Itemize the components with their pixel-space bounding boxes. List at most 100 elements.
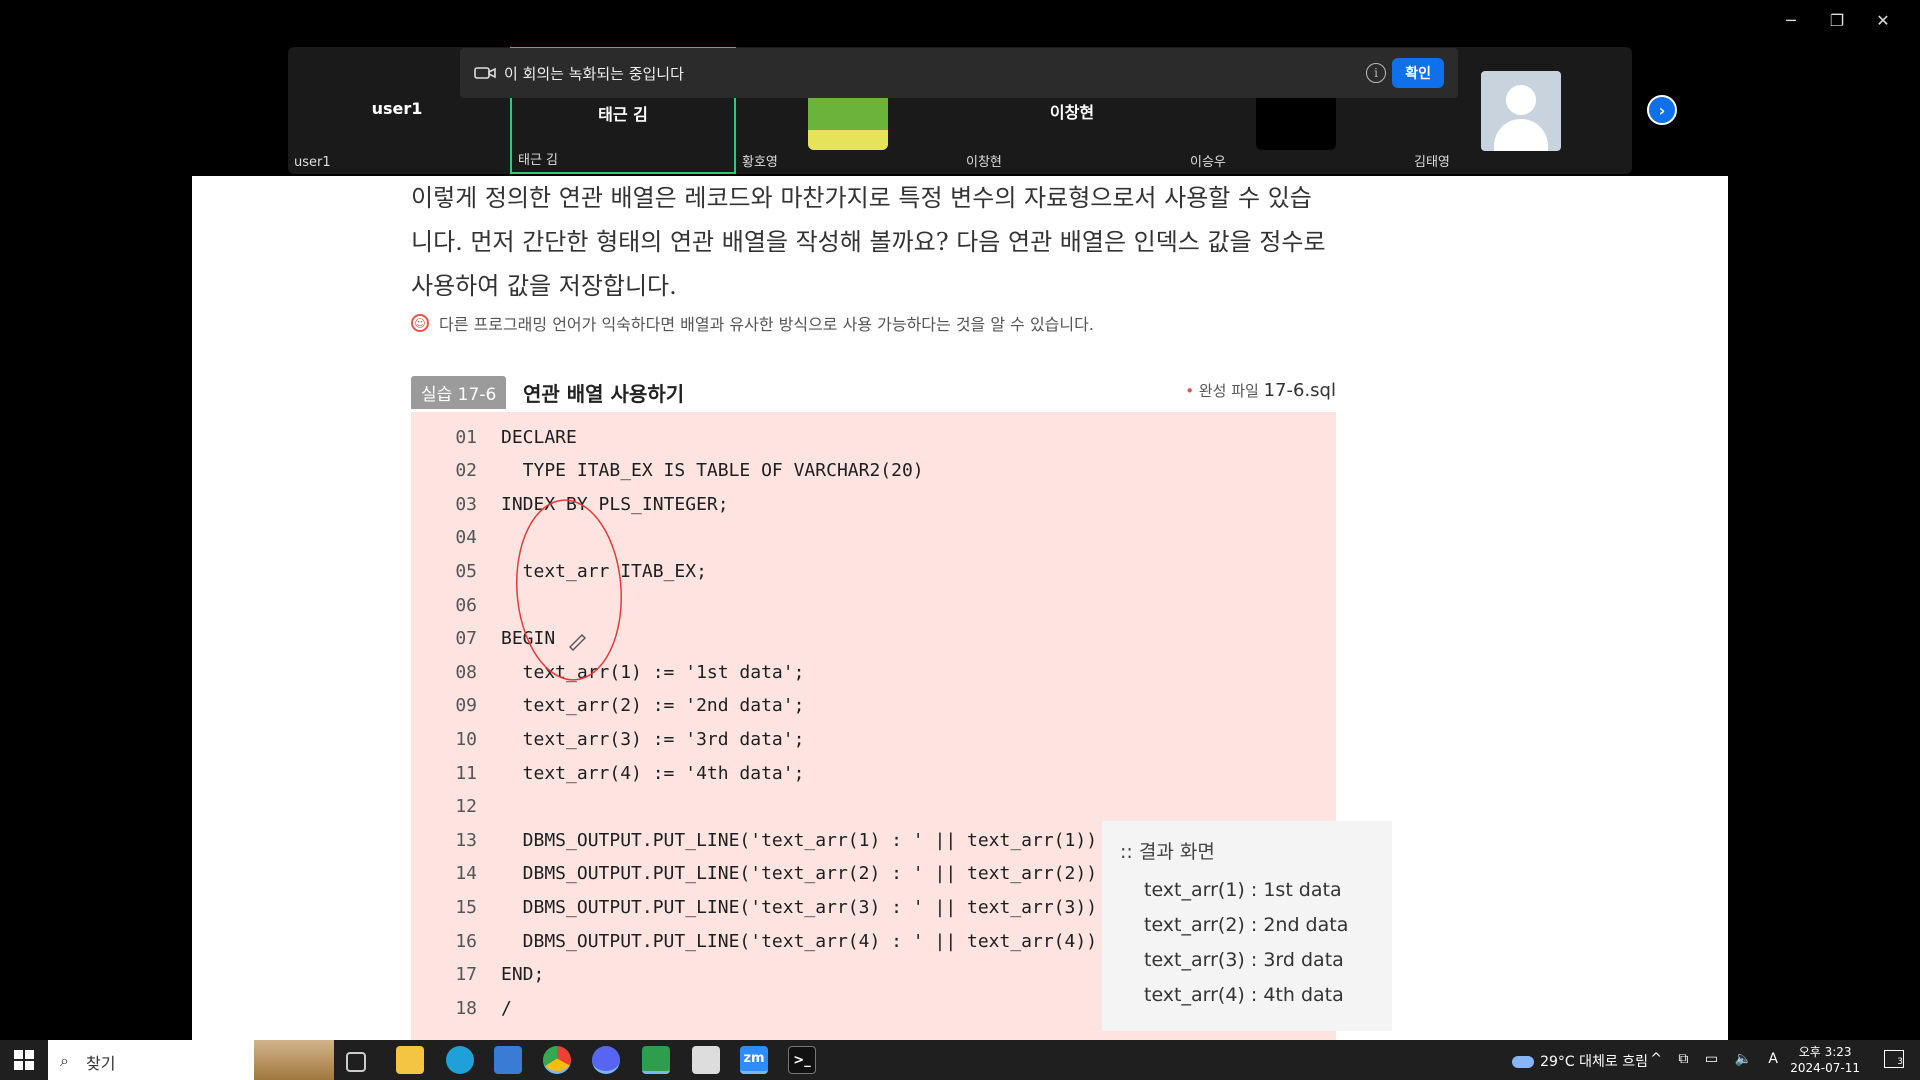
code-line: 07 BEGIN	[411, 622, 555, 656]
code-line: 08 text_arr(1) := '1st data';	[411, 655, 804, 689]
participant-label: 태근 김	[518, 153, 559, 168]
line-number: 03	[455, 493, 477, 515]
line-number: 01	[455, 426, 477, 448]
code-text: text_arr ITAB_EX;	[501, 560, 707, 582]
code-line: 18 /	[411, 991, 512, 1025]
paragraph-line: 사용하여 값을 저장합니다.	[411, 272, 677, 300]
clock-date: 2024-07-11	[1790, 1061, 1860, 1075]
taskbar-search[interactable]: ⌕ 찾기	[48, 1040, 334, 1080]
notepad-icon[interactable]	[692, 1046, 720, 1074]
tip-note: ☺ 다른 프로그래밍 언어가 익숙하다면 배열과 유사한 방식으로 사용 가능하…	[411, 311, 1094, 335]
file-name: 17-6.sql	[1263, 380, 1336, 401]
line-number: 07	[455, 628, 477, 650]
code-text: DECLARE	[501, 426, 577, 448]
discord-icon[interactable]	[592, 1046, 620, 1074]
code-text: END;	[501, 964, 545, 986]
code-line: 16 DBMS_OUTPUT.PUT_LINE('text_arr(4) : '…	[411, 924, 1108, 958]
code-line: 06	[411, 588, 501, 622]
weather-widget[interactable]: 29°C 대체로 흐림	[1512, 1051, 1648, 1071]
code-text: DBMS_OUTPUT.PUT_LINE('text_arr(2) : ' ||…	[501, 863, 1108, 885]
close-button[interactable]: ✕	[1860, 6, 1906, 34]
edge-icon[interactable]	[446, 1046, 474, 1074]
code-text: /	[501, 997, 512, 1019]
video-camera-icon	[474, 67, 496, 79]
participant-label: 이창현	[966, 155, 1002, 170]
code-line: 09 text_arr(2) := '2nd data';	[411, 689, 804, 723]
confirm-button[interactable]: 확인	[1392, 58, 1444, 88]
exercise-header: 실습 17-6 연관 배열 사용하기 • 완성 파일 17-6.sql	[411, 376, 1336, 409]
code-text: INDEX BY PLS_INTEGER;	[501, 493, 729, 515]
line-number: 16	[455, 930, 477, 952]
window-controls: ─ ❐ ✕	[1768, 6, 1906, 34]
line-number: 10	[455, 728, 477, 750]
participant-label: 황호영	[742, 155, 778, 170]
code-line: 10 text_arr(3) := '3rd data';	[411, 722, 804, 756]
clock[interactable]: 오후 3:23 2024-07-11	[1790, 1044, 1860, 1076]
shared-screen-page: 이렇게 정의한 연관 배열은 레코드와 마찬가지로 특정 변수의 자료형으로서 …	[192, 176, 1728, 1040]
recording-banner: 이 회의는 녹화되는 중입니다 i 확인	[460, 48, 1458, 98]
line-number: 12	[455, 796, 477, 818]
line-number: 04	[455, 527, 477, 549]
result-title: :: 결과 화면	[1120, 841, 1215, 863]
terminal-icon[interactable]: >_	[788, 1046, 816, 1074]
code-text: text_arr(3) := '3rd data';	[501, 728, 805, 750]
participant-name: 이창현	[1049, 103, 1095, 122]
code-line: 11 text_arr(4) := '4th data';	[411, 756, 804, 790]
line-number: 17	[455, 964, 477, 986]
avatar	[1481, 71, 1561, 151]
exercise-file: • 완성 파일 17-6.sql	[1185, 380, 1336, 401]
search-input[interactable]: 찾기	[86, 1050, 115, 1074]
recording-text: 이 회의는 녹화되는 중입니다	[504, 64, 684, 83]
tray-icons[interactable]: ^ ⧉ ▭ 🔈 A	[1650, 1051, 1784, 1067]
result-line: text_arr(3) : 3rd data	[1144, 949, 1344, 971]
store-icon[interactable]	[494, 1046, 522, 1074]
code-text: DBMS_OUTPUT.PUT_LINE('text_arr(1) : ' ||…	[501, 829, 1108, 851]
code-line: 14 DBMS_OUTPUT.PUT_LINE('text_arr(2) : '…	[411, 857, 1108, 891]
restore-button[interactable]: ❐	[1814, 6, 1860, 34]
code-text: DBMS_OUTPUT.PUT_LINE('text_arr(3) : ' ||…	[501, 896, 1108, 918]
participant-label: 김태영	[1414, 155, 1450, 170]
code-text: text_arr(2) := '2nd data';	[501, 695, 805, 717]
line-number: 15	[455, 896, 477, 918]
exercise-title: 연관 배열 사용하기	[523, 382, 685, 406]
file-label: 완성 파일	[1198, 382, 1259, 400]
code-line: 17 END;	[411, 958, 544, 992]
code-text: text_arr(1) := '1st data';	[501, 661, 805, 683]
code-text: DBMS_OUTPUT.PUT_LINE('text_arr(4) : ' ||…	[501, 930, 1108, 952]
clock-time: 오후 3:23	[1798, 1045, 1852, 1059]
media-app-icon[interactable]	[642, 1046, 670, 1074]
participant-label: user1	[294, 155, 331, 170]
tip-icon: ☺	[411, 314, 429, 332]
info-icon[interactable]: i	[1366, 63, 1386, 83]
windows-start-icon[interactable]	[14, 1050, 34, 1070]
code-line: 12	[411, 790, 501, 824]
line-number: 08	[455, 661, 477, 683]
line-number: 18	[455, 997, 477, 1019]
notification-icon[interactable]: 3	[1884, 1050, 1904, 1068]
search-highlight-image	[254, 1040, 334, 1080]
code-text: text_arr(4) := '4th data';	[501, 762, 805, 784]
code-text: BEGIN	[501, 628, 556, 650]
zoom-icon[interactable]: zm	[740, 1046, 768, 1074]
minimize-button[interactable]: ─	[1768, 6, 1814, 34]
participant-name: 태근 김	[598, 105, 648, 124]
body-paragraph: 이렇게 정의한 연관 배열은 레코드와 마찬가지로 특정 변수의 자료형으로서 …	[411, 176, 1351, 308]
notification-count: 3	[1897, 1057, 1903, 1067]
cloud-icon	[1512, 1056, 1535, 1068]
line-number: 06	[455, 594, 477, 616]
code-line: 03 INDEX BY PLS_INTEGER;	[411, 487, 729, 521]
code-line: 02 TYPE ITAB_EX IS TABLE OF VARCHAR2(20)	[411, 454, 923, 488]
tip-text: 다른 프로그래밍 언어가 익숙하다면 배열과 유사한 방식으로 사용 가능하다는…	[439, 315, 1094, 334]
file-explorer-icon[interactable]	[396, 1046, 424, 1074]
line-number: 02	[455, 460, 477, 482]
task-view-icon[interactable]	[346, 1052, 366, 1072]
weather-text: 29°C 대체로 흐림	[1540, 1054, 1648, 1070]
line-number: 09	[455, 695, 477, 717]
result-line: text_arr(1) : 1st data	[1144, 879, 1342, 901]
line-number: 05	[455, 560, 477, 582]
result-line: text_arr(2) : 2nd data	[1144, 914, 1349, 936]
search-icon: ⌕	[60, 1051, 69, 1070]
chrome-icon[interactable]	[543, 1046, 571, 1074]
next-page-button[interactable]: ›	[1647, 95, 1677, 125]
line-number: 11	[455, 762, 477, 784]
